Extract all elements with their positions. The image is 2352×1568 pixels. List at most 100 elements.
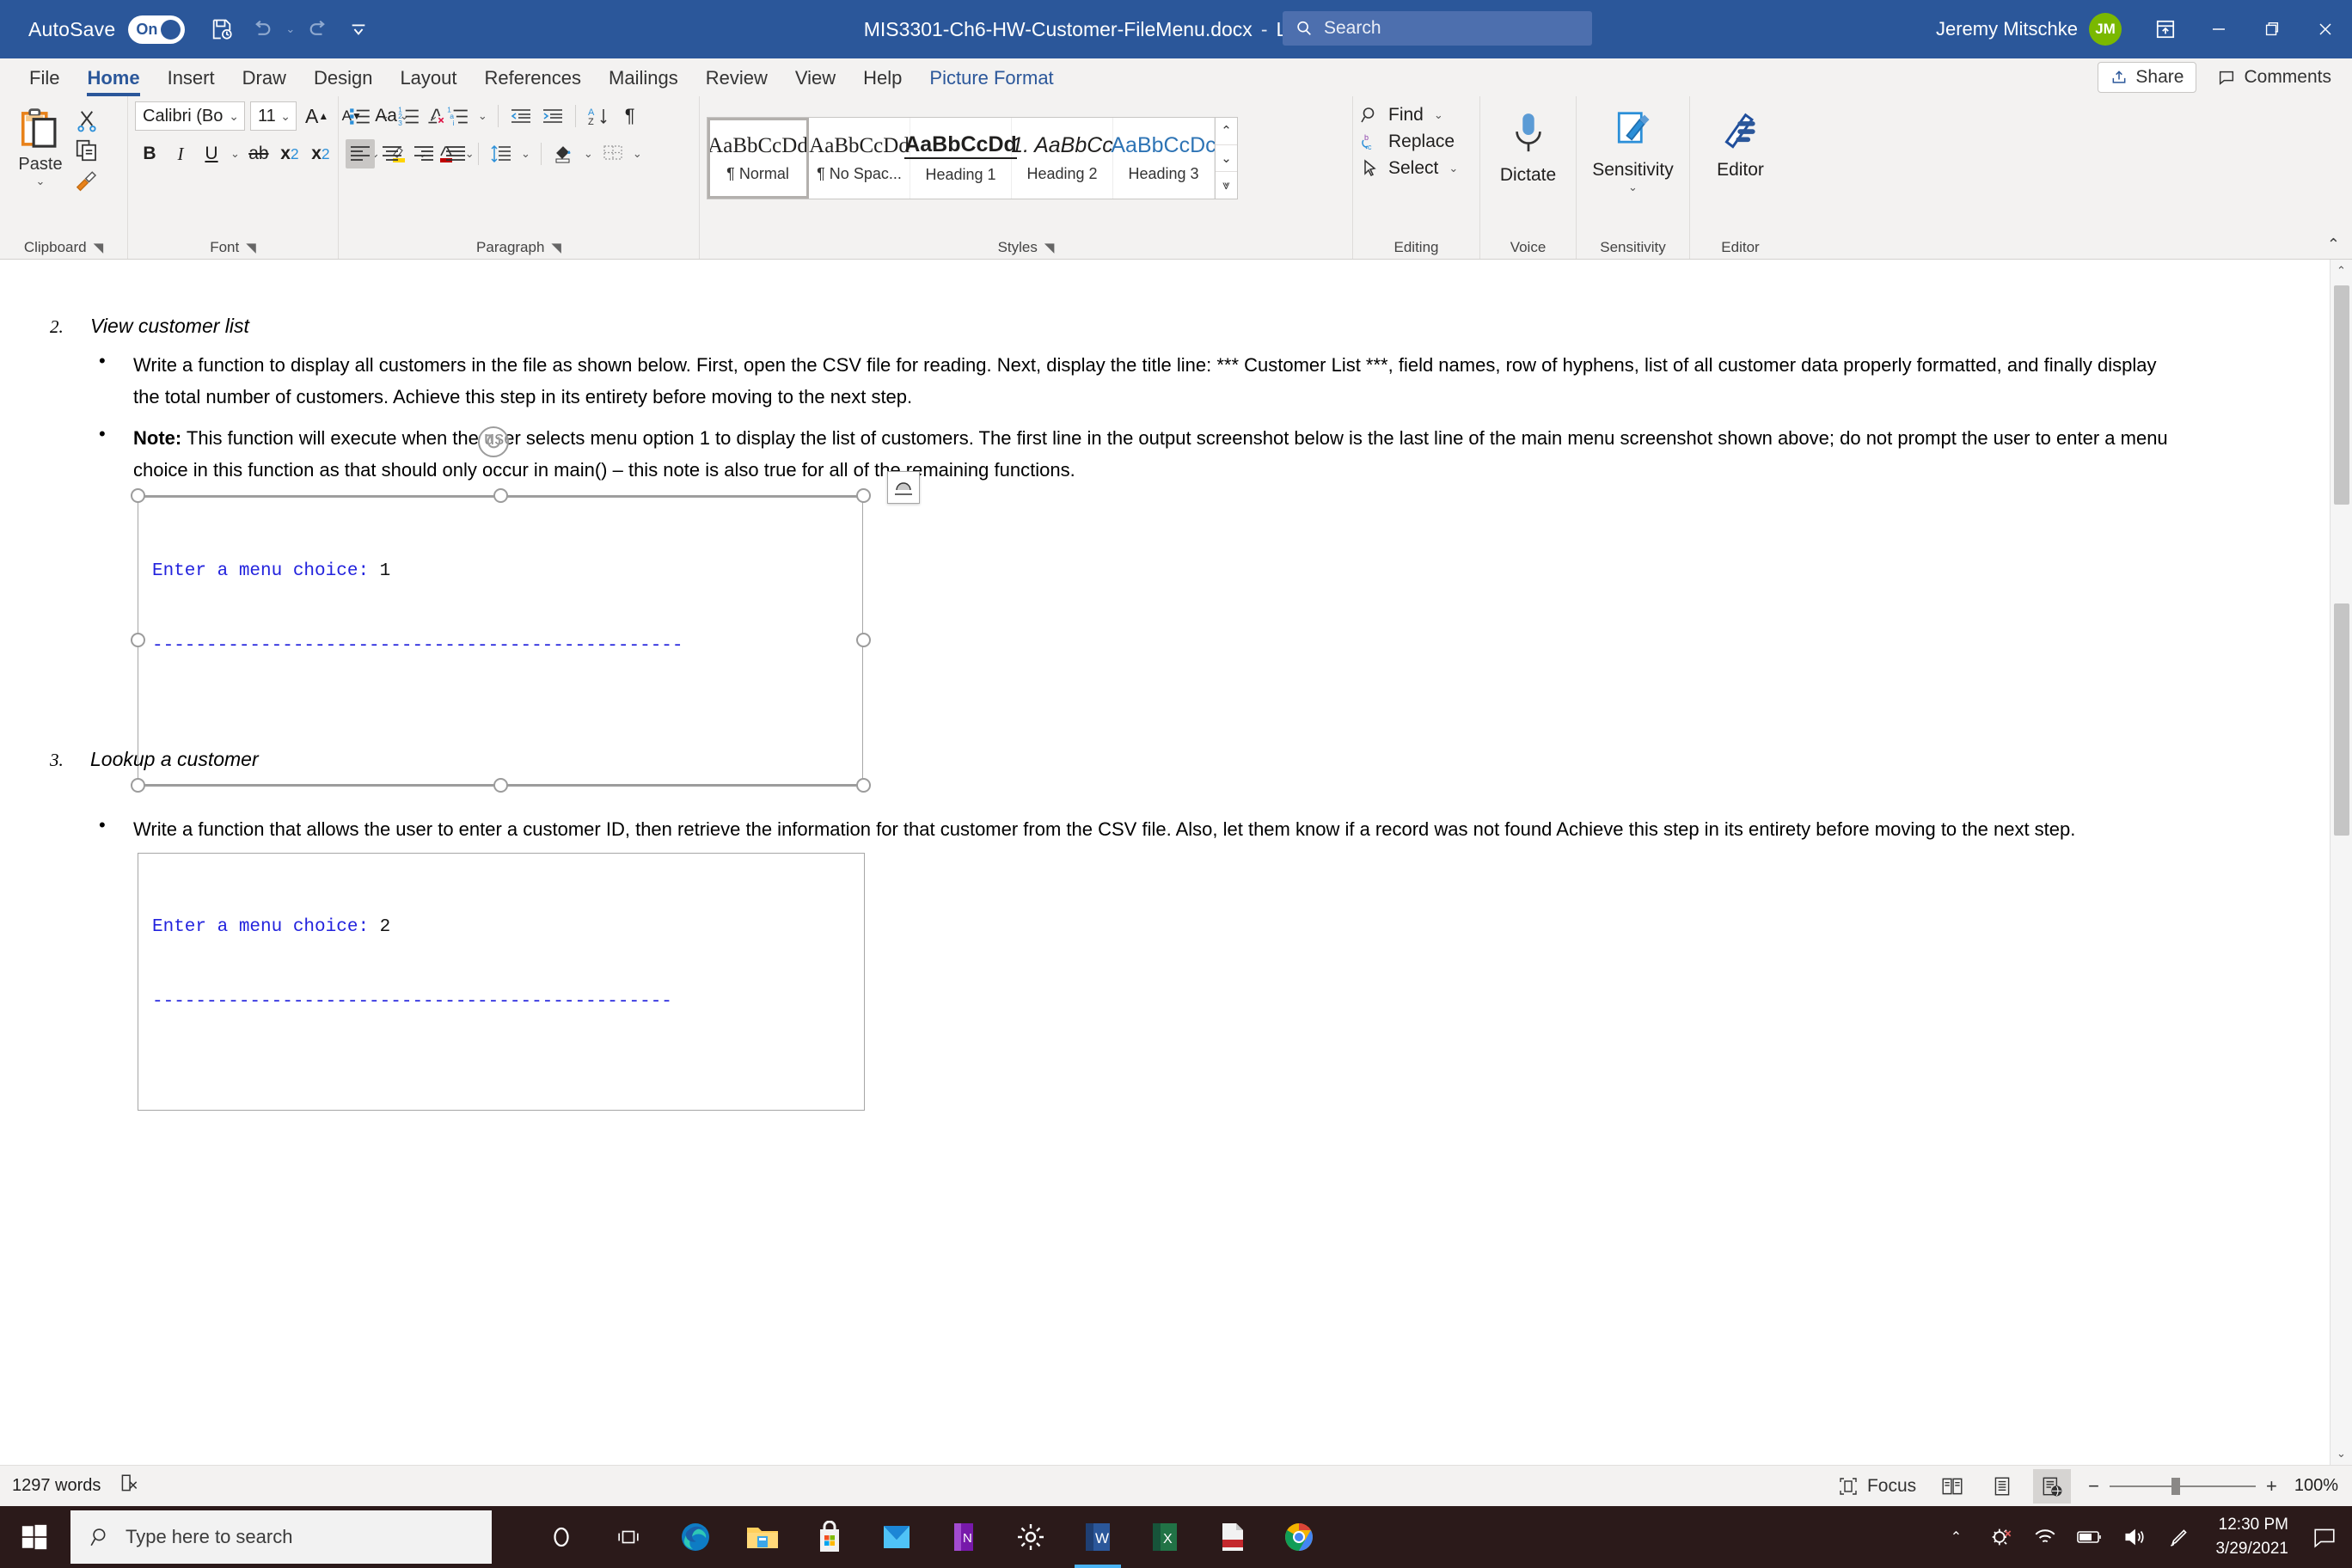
find-dropdown-icon[interactable]: ⌄ <box>1431 108 1446 122</box>
sensitivity-button[interactable]: Sensitivity ⌄ <box>1589 107 1678 194</box>
comments-button[interactable]: Comments <box>2212 63 2337 92</box>
format-painter-button[interactable] <box>74 167 100 193</box>
font-size-combo[interactable]: 11 ⌄ <box>250 101 297 131</box>
borders-dropdown-icon[interactable]: ⌄ <box>630 147 645 161</box>
tab-picture-format[interactable]: Picture Format <box>916 60 1067 96</box>
zoom-track[interactable] <box>2109 1477 2256 1495</box>
numbering-dropdown-icon[interactable]: ⌄ <box>426 109 441 123</box>
styles-scroll-down-icon[interactable]: ⌄ <box>1216 144 1237 172</box>
tab-mailings[interactable]: Mailings <box>595 60 692 96</box>
resize-handle-bc[interactable] <box>493 778 508 793</box>
select-dropdown-icon[interactable]: ⌄ <box>1446 162 1461 175</box>
undo-dropdown-icon[interactable]: ⌄ <box>283 22 297 36</box>
resize-handle-tl[interactable] <box>131 488 145 503</box>
justify-button[interactable] <box>441 139 470 168</box>
editor-button[interactable]: Editor <box>1697 107 1784 181</box>
word-taskbar-icon[interactable]: W <box>1068 1506 1128 1568</box>
proofing-icon[interactable] <box>118 1473 140 1500</box>
scrollbar-thumb-top[interactable] <box>2334 285 2349 505</box>
increase-indent-button[interactable] <box>538 101 567 131</box>
sort-button[interactable]: A Z <box>584 101 613 131</box>
multilevel-list-button[interactable]: 1 a i <box>444 101 473 131</box>
grow-font-button[interactable]: A ▲ <box>302 101 332 131</box>
paste-button[interactable]: Paste ⌄ <box>7 101 74 188</box>
web-layout-button[interactable] <box>2033 1468 2072 1504</box>
borders-button[interactable] <box>598 139 628 168</box>
sensitivity-dropdown-icon[interactable]: ⌄ <box>1626 181 1640 194</box>
resize-handle-ml[interactable] <box>131 633 145 647</box>
subscript-button[interactable]: x2 <box>275 139 304 168</box>
zoom-in-button[interactable]: + <box>2266 1475 2277 1498</box>
minimize-button[interactable] <box>2192 0 2245 58</box>
select-button[interactable]: Select ⌄ <box>1360 158 1461 179</box>
copy-button[interactable] <box>74 138 100 163</box>
styles-more-icon[interactable]: ⩔ <box>1216 171 1237 199</box>
multilevel-dropdown-icon[interactable]: ⌄ <box>475 109 490 123</box>
scroll-down-icon[interactable]: ⌄ <box>2331 1442 2352 1465</box>
code-screenshot-1[interactable]: Enter a menu choice: 1 -----------------… <box>138 497 863 786</box>
bullets-button[interactable] <box>346 101 375 131</box>
tab-references[interactable]: References <box>471 60 596 96</box>
decrease-indent-button[interactable] <box>506 101 536 131</box>
scroll-up-icon[interactable]: ⌃ <box>2331 260 2352 282</box>
battery-icon[interactable] <box>2069 1506 2110 1568</box>
replace-button[interactable]: b c Replace <box>1360 132 1461 152</box>
collapse-ribbon-button[interactable]: ⌃ <box>2327 236 2340 254</box>
pdf-reader-icon[interactable] <box>1202 1506 1262 1568</box>
resize-handle-br[interactable] <box>856 778 871 793</box>
bold-button[interactable]: B <box>135 139 164 168</box>
cut-button[interactable] <box>74 108 100 134</box>
tab-draw[interactable]: Draw <box>229 60 300 96</box>
share-button[interactable]: Share <box>2098 62 2197 93</box>
font-dialog-launcher[interactable]: ◥ <box>246 240 256 255</box>
resize-handle-tr[interactable] <box>856 488 871 503</box>
tab-design[interactable]: Design <box>300 60 386 96</box>
underline-dropdown-icon[interactable]: ⌄ <box>228 147 242 161</box>
style-item-heading-3[interactable]: AaBbCcDc Heading 3 <box>1111 118 1216 199</box>
align-center-button[interactable] <box>377 139 407 168</box>
strikethrough-button[interactable]: ab <box>244 139 273 168</box>
styles-scroll-up-icon[interactable]: ⌃ <box>1216 118 1237 144</box>
clipboard-dialog-launcher[interactable]: ◥ <box>94 240 104 255</box>
show-formatting-marks-button[interactable]: ¶ <box>616 101 645 131</box>
file-explorer-icon[interactable] <box>732 1506 793 1568</box>
print-layout-button[interactable] <box>1983 1469 2021 1504</box>
save-icon[interactable] <box>204 11 240 47</box>
avatar[interactable]: JM <box>2089 13 2122 46</box>
zoom-out-button[interactable]: − <box>2088 1475 2099 1498</box>
network-icon[interactable] <box>2024 1506 2066 1568</box>
line-spacing-dropdown-icon[interactable]: ⌄ <box>518 147 533 161</box>
close-button[interactable] <box>2299 0 2352 58</box>
ribbon-display-options-icon[interactable] <box>2139 0 2192 58</box>
code-screenshot-2[interactable]: Enter a menu choice: 2 -----------------… <box>138 853 865 1111</box>
shading-button[interactable] <box>549 139 579 168</box>
underline-button[interactable]: U <box>197 139 226 168</box>
style-item-heading-1[interactable]: AaBbCcDd Heading 1 <box>904 118 1017 199</box>
pen-menu-icon[interactable] <box>2159 1506 2200 1568</box>
italic-button[interactable]: I <box>166 139 195 168</box>
user-name[interactable]: Jeremy Mitschke <box>1936 18 2078 40</box>
zoom-level[interactable]: 100% <box>2294 1476 2338 1496</box>
resize-handle-mr[interactable] <box>856 633 871 647</box>
dictate-button[interactable]: Dictate <box>1487 107 1569 186</box>
microsoft-store-icon[interactable] <box>799 1506 860 1568</box>
undo-icon[interactable] <box>243 11 279 47</box>
resize-handle-tc[interactable] <box>493 488 508 503</box>
task-view-icon[interactable] <box>598 1506 658 1568</box>
style-item-heading-2[interactable]: 1. AaBbCc Heading 2 <box>1011 118 1113 199</box>
document-canvas[interactable]: 2. View customer list • Write a function… <box>0 260 2352 1465</box>
settings-icon[interactable] <box>1001 1506 1061 1568</box>
clock[interactable]: 12:30 PM 3/29/2021 <box>2203 1513 2300 1560</box>
align-right-button[interactable] <box>409 139 438 168</box>
onenote-icon[interactable]: N <box>934 1506 994 1568</box>
line-spacing-button[interactable] <box>487 139 516 168</box>
redo-icon[interactable] <box>301 11 337 47</box>
tab-review[interactable]: Review <box>692 60 781 96</box>
layout-options-button[interactable] <box>887 471 920 504</box>
resize-handle-bl[interactable] <box>131 778 145 793</box>
paste-dropdown-icon[interactable]: ⌄ <box>34 175 48 188</box>
read-mode-button[interactable] <box>1933 1469 1971 1504</box>
search-input[interactable]: Search <box>1283 11 1592 46</box>
cortana-icon[interactable] <box>531 1506 591 1568</box>
style-item-normal[interactable]: AaBbCcDd ¶ Normal <box>707 118 809 199</box>
